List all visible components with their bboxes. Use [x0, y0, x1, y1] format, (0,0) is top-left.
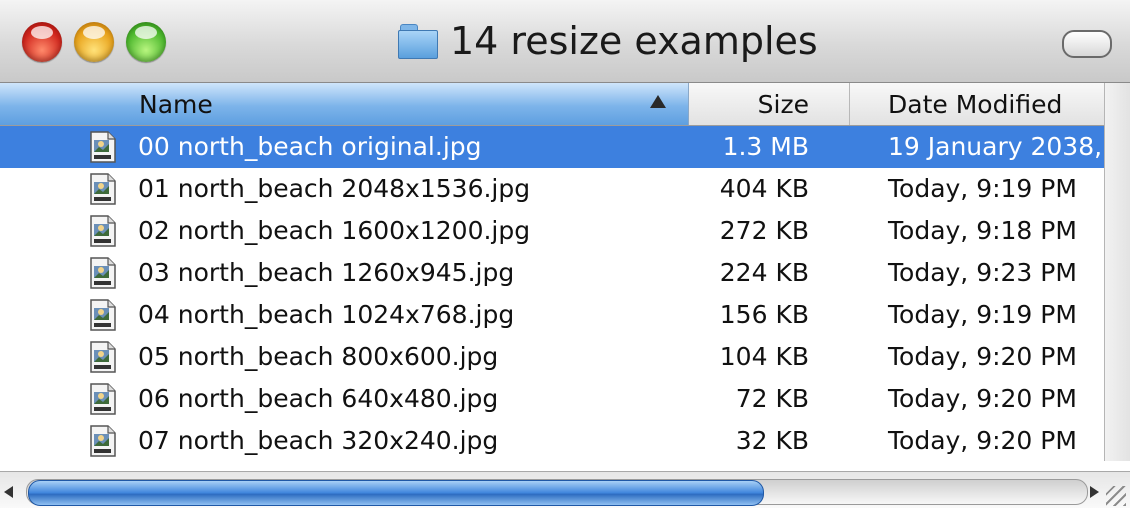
file-date-modified: Today, 9:20 PM: [888, 426, 1077, 455]
file-name: 03 north_beach 1260x945.jpg: [138, 258, 515, 287]
file-row[interactable]: 05 north_beach 800x600.jpg 104 KB Today, 9…: [0, 336, 1104, 378]
jpeg-file-icon: [90, 299, 116, 331]
file-row[interactable]: 03 north_beach 1260x945.jpg 224 KB Today, …: [0, 252, 1104, 294]
horizontal-scrollbar[interactable]: [0, 471, 1130, 508]
file-date-modified: 19 January 2038, 1: [888, 132, 1104, 161]
scroll-right-arrow-icon[interactable]: [1090, 486, 1099, 498]
jpeg-file-icon: [90, 425, 116, 457]
zoom-button[interactable]: [126, 22, 166, 62]
file-row[interactable]: 04 north_beach 1024x768.jpg 156 KB Today, …: [0, 294, 1104, 336]
finder-window: 14 resize examples Name Size Date Modifi…: [0, 0, 1130, 508]
file-date-modified: Today, 9:23 PM: [888, 258, 1077, 287]
file-row[interactable]: 02 north_beach 1600x1200.jpg 272 KB Today,…: [0, 210, 1104, 252]
column-header-size[interactable]: Size: [689, 83, 850, 125]
folder-icon: [398, 24, 438, 59]
file-name: 05 north_beach 800x600.jpg: [138, 342, 499, 371]
file-name: 01 north_beach 2048x1536.jpg: [138, 174, 531, 203]
file-row[interactable]: 00 north_beach original.jpg 1.3 MB 19 Janu…: [0, 126, 1104, 168]
file-date-modified: Today, 9:18 PM: [888, 216, 1077, 245]
file-size: 32 KB: [735, 426, 809, 455]
jpeg-file-icon: [90, 173, 116, 205]
jpeg-file-icon: [90, 131, 116, 163]
title-bar[interactable]: 14 resize examples: [0, 0, 1130, 83]
column-header-date-modified[interactable]: Date Modified: [850, 83, 1104, 125]
file-row[interactable]: 07 north_beach 320x240.jpg 32 KB Today, 9:…: [0, 420, 1104, 460]
file-date-modified: Today, 9:20 PM: [888, 342, 1077, 371]
column-header-name[interactable]: Name: [0, 83, 689, 125]
jpeg-file-icon: [90, 257, 116, 289]
file-row[interactable]: 06 north_beach 640x480.jpg 72 KB Today, 9:…: [0, 378, 1104, 420]
column-size-label: Size: [757, 89, 809, 119]
jpeg-file-icon: [90, 383, 116, 415]
file-size: 72 KB: [735, 384, 809, 413]
vertical-scrollbar[interactable]: [1104, 83, 1130, 461]
scroll-left-arrow-icon[interactable]: [4, 486, 13, 498]
file-date-modified: Today, 9:20 PM: [888, 384, 1077, 413]
jpeg-file-icon: [90, 215, 116, 247]
file-name: 04 north_beach 1024x768.jpg: [138, 300, 515, 329]
column-date-label: Date Modified: [888, 89, 1063, 119]
file-row[interactable]: 01 north_beach 2048x1536.jpg 404 KB Today,…: [0, 168, 1104, 210]
jpeg-file-icon: [90, 341, 116, 373]
sort-ascending-icon: [650, 95, 666, 108]
file-name: 00 north_beach original.jpg: [138, 132, 482, 161]
column-name-label: Name: [139, 89, 213, 119]
file-size: 404 KB: [719, 174, 809, 203]
window-title: 14 resize examples: [450, 19, 818, 63]
file-size: 104 KB: [719, 342, 809, 371]
file-list: 00 north_beach original.jpg 1.3 MB 19 Janu…: [0, 126, 1104, 460]
file-size: 1.3 MB: [722, 132, 809, 161]
toolbar-toggle-button[interactable]: [1062, 30, 1112, 58]
file-size: 224 KB: [719, 258, 809, 287]
window-title-group: 14 resize examples: [398, 18, 818, 64]
file-size: 272 KB: [719, 216, 809, 245]
close-button[interactable]: [22, 22, 62, 62]
file-name: 06 north_beach 640x480.jpg: [138, 384, 499, 413]
file-size: 156 KB: [719, 300, 809, 329]
minimize-button[interactable]: [74, 22, 114, 62]
resize-grip-icon[interactable]: [1106, 486, 1126, 506]
scroll-thumb[interactable]: [28, 480, 764, 506]
file-date-modified: Today, 9:19 PM: [888, 174, 1077, 203]
file-name: 02 north_beach 1600x1200.jpg: [138, 216, 531, 245]
file-date-modified: Today, 9:19 PM: [888, 300, 1077, 329]
file-name: 07 north_beach 320x240.jpg: [138, 426, 499, 455]
column-header: Name Size Date Modified: [0, 83, 1104, 126]
